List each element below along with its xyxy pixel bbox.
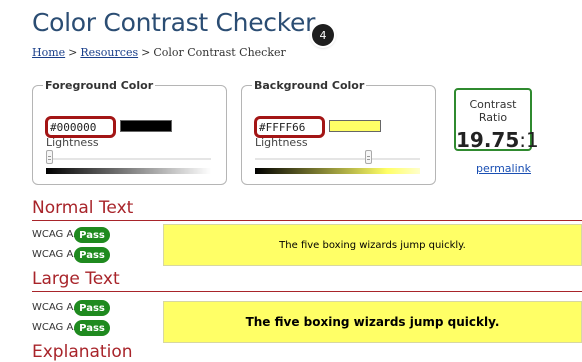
background-lightness-label: Lightness: [255, 136, 308, 149]
normal-wcag-aa-pass-badge: Pass: [74, 227, 110, 243]
foreground-color-legend: Foreground Color: [45, 79, 154, 92]
breadcrumb-separator: >: [141, 46, 151, 59]
breadcrumb-resources-link[interactable]: Resources: [80, 46, 138, 59]
background-color-panel: Background Color Lightness: [241, 79, 436, 185]
breadcrumb: Home > Resources > Color Contrast Checker: [32, 46, 286, 59]
foreground-lightness-label: Lightness: [46, 136, 99, 149]
contrast-ratio-label: Contrast Ratio: [469, 98, 517, 124]
background-color-legend: Background Color: [254, 79, 365, 92]
background-lightness-slider-handle[interactable]: [365, 150, 372, 164]
normal-wcag-aaa-pass-badge: Pass: [74, 247, 110, 263]
page-title: Color Contrast Checker: [32, 8, 316, 37]
contrast-ratio-value: 19.75:1: [456, 128, 539, 152]
large-wcag-aaa-pass-badge: Pass: [74, 320, 110, 336]
foreground-lightness-slider-handle[interactable]: [46, 150, 53, 164]
explanation-heading: Explanation: [32, 342, 133, 362]
foreground-lightness-track: [46, 158, 211, 160]
step-number-badge: 4: [312, 24, 334, 46]
contrast-ratio-box: Contrast Ratio 19.75:1: [454, 88, 539, 152]
normal-text-heading: Normal Text: [32, 198, 582, 221]
breadcrumb-separator: >: [68, 46, 78, 59]
background-lightness-gradient: [255, 168, 420, 174]
permalink-link[interactable]: permalink: [476, 162, 531, 175]
foreground-hex-input[interactable]: [45, 116, 116, 138]
background-lightness-track: [255, 158, 420, 160]
contrast-ratio-suffix: :1: [519, 128, 539, 152]
foreground-color-swatch[interactable]: [120, 120, 172, 132]
background-color-swatch[interactable]: [329, 120, 381, 132]
contrast-ratio-number: 19.75: [456, 128, 520, 152]
foreground-lightness-gradient: [46, 168, 211, 174]
breadcrumb-current: Color Contrast Checker: [153, 46, 286, 59]
breadcrumb-home-link[interactable]: Home: [32, 46, 65, 59]
large-text-sample: The five boxing wizards jump quickly.: [163, 301, 582, 343]
foreground-color-panel: Foreground Color Lightness: [32, 79, 227, 185]
normal-text-sample: The five boxing wizards jump quickly.: [163, 224, 582, 266]
large-wcag-aa-pass-badge: Pass: [74, 300, 110, 316]
large-text-heading: Large Text: [32, 269, 582, 292]
background-hex-input[interactable]: [254, 116, 325, 138]
